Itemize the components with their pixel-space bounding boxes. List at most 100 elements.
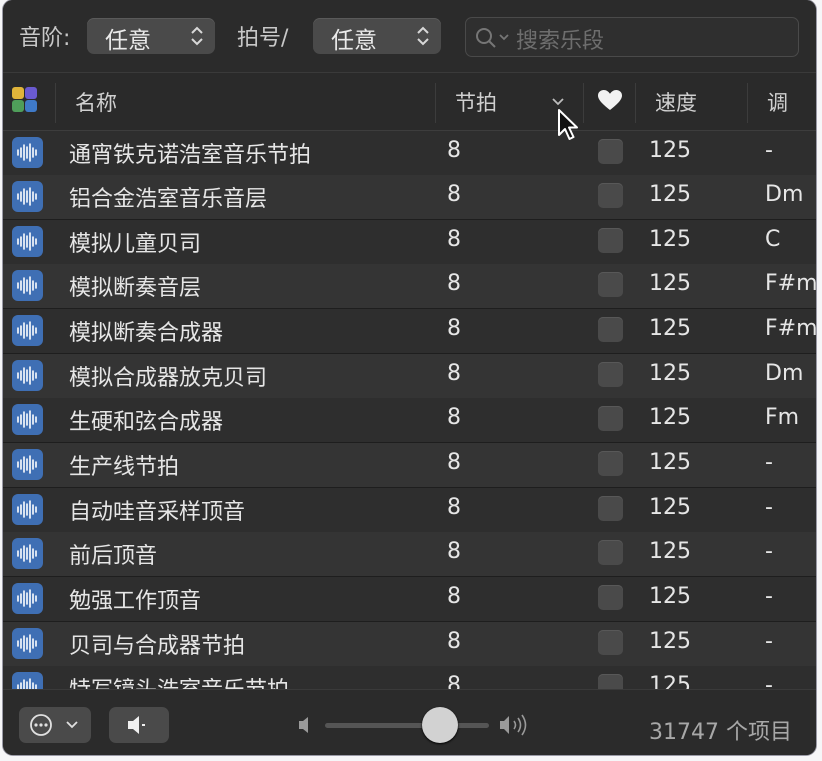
loop-name: 模拟断奏合成器 bbox=[69, 321, 224, 346]
favorite-checkbox[interactable] bbox=[598, 406, 623, 431]
waveform-icon bbox=[12, 360, 43, 391]
loop-key: - bbox=[765, 629, 773, 654]
waveform-icon bbox=[12, 583, 43, 614]
favorite-checkbox[interactable] bbox=[598, 496, 623, 521]
loop-beats: 8 bbox=[447, 271, 461, 296]
loop-key: - bbox=[765, 138, 773, 163]
waveform-icon bbox=[12, 270, 43, 301]
loop-beats: 8 bbox=[447, 405, 461, 430]
loop-tempo: 125 bbox=[649, 227, 691, 252]
item-count: 31747 个项目 bbox=[649, 720, 792, 745]
scale-popup[interactable]: 任意 bbox=[87, 18, 215, 54]
favorite-checkbox[interactable] bbox=[598, 228, 623, 253]
color-grid-icon[interactable] bbox=[12, 87, 38, 113]
loop-key: - bbox=[765, 584, 773, 609]
table-row[interactable]: 生硬和弦合成器 8 125 Fm bbox=[3, 398, 816, 443]
loop-name: 勉强工作顶音 bbox=[69, 589, 202, 614]
loop-name: 前后顶音 bbox=[69, 544, 158, 569]
favorite-checkbox[interactable] bbox=[598, 272, 623, 297]
loop-name: 模拟断奏音层 bbox=[69, 276, 202, 301]
table-row[interactable]: 贝司与合成器节拍 8 125 - bbox=[3, 622, 816, 667]
speaker-icon bbox=[128, 716, 145, 734]
search-field[interactable]: 搜索乐段 bbox=[465, 17, 799, 57]
favorite-checkbox[interactable] bbox=[598, 362, 623, 387]
table-row[interactable]: 通宵铁克诺浩室音乐节拍 8 125 - bbox=[3, 131, 816, 176]
loop-beats: 8 bbox=[447, 450, 461, 475]
loop-name: 模拟合成器放克贝司 bbox=[69, 366, 268, 391]
volume-slider-track[interactable] bbox=[325, 723, 489, 728]
more-options-button[interactable] bbox=[19, 707, 91, 743]
loop-key: Fm bbox=[765, 405, 800, 430]
loop-tempo: 125 bbox=[649, 539, 691, 564]
loop-tempo: 125 bbox=[649, 361, 691, 386]
waveform-icon bbox=[12, 449, 43, 480]
loop-beats: 8 bbox=[447, 361, 461, 386]
loop-key: F#m bbox=[765, 271, 816, 296]
loop-beats: 8 bbox=[447, 316, 461, 341]
waveform-icon bbox=[12, 226, 43, 257]
column-header-tempo[interactable]: 速度 bbox=[655, 87, 697, 117]
loop-tempo: 125 bbox=[649, 138, 691, 163]
loop-beats: 8 bbox=[447, 138, 461, 163]
scale-value: 任意 bbox=[105, 28, 151, 54]
favorite-checkbox[interactable] bbox=[598, 317, 623, 342]
loop-tempo: 125 bbox=[649, 271, 691, 296]
waveform-icon bbox=[12, 315, 43, 346]
up-down-chevron-icon bbox=[417, 26, 429, 46]
column-header-key[interactable]: 调 bbox=[767, 87, 788, 117]
loop-tempo: 125 bbox=[649, 629, 691, 654]
loop-tempo: 125 bbox=[649, 584, 691, 609]
loop-name: 模拟儿童贝司 bbox=[69, 232, 202, 257]
loop-key: - bbox=[765, 539, 773, 564]
loop-browser-panel: 音阶: 任意 拍号/ 任意 搜索乐段 名称 节拍 速度 调 通宵铁克诺浩室音乐节… bbox=[3, 0, 816, 755]
loop-key: - bbox=[765, 450, 773, 475]
table-row[interactable]: 模拟断奏音层 8 125 F#m bbox=[3, 264, 816, 309]
column-header-beats[interactable]: 节拍 bbox=[455, 87, 497, 117]
waveform-icon bbox=[12, 181, 43, 212]
favorite-checkbox[interactable] bbox=[598, 630, 623, 655]
volume-high-icon bbox=[500, 714, 527, 736]
table-row[interactable]: 模拟断奏合成器 8 125 F#m bbox=[3, 309, 816, 354]
chevron-down-icon[interactable] bbox=[551, 97, 565, 107]
time-signature-value: 任意 bbox=[331, 28, 377, 54]
search-placeholder: 搜索乐段 bbox=[516, 29, 605, 54]
loop-tempo: 125 bbox=[649, 405, 691, 430]
loop-name: 生产线节拍 bbox=[69, 455, 180, 480]
search-icon[interactable] bbox=[474, 26, 512, 48]
table-row[interactable]: 生产线节拍 8 125 - bbox=[3, 443, 816, 488]
loop-name: 自动哇音采样顶音 bbox=[69, 500, 246, 525]
column-divider bbox=[435, 83, 436, 123]
table-row[interactable]: 模拟儿童贝司 8 125 C bbox=[3, 220, 816, 265]
ellipsis-circle-icon bbox=[30, 714, 78, 736]
table-row[interactable]: 前后顶音 8 125 - bbox=[3, 532, 816, 577]
table-row[interactable]: 自动哇音采样顶音 8 125 - bbox=[3, 488, 816, 533]
preview-sound-button[interactable] bbox=[109, 707, 169, 743]
column-header-name[interactable]: 名称 bbox=[75, 87, 117, 117]
loop-tempo: 125 bbox=[649, 316, 691, 341]
scale-label: 音阶: bbox=[19, 26, 71, 51]
favorite-checkbox[interactable] bbox=[598, 139, 623, 164]
table-row[interactable]: 铝合金浩室音乐音层 8 125 Dm bbox=[3, 175, 816, 220]
volume-slider-knob[interactable] bbox=[421, 707, 458, 743]
favorite-checkbox[interactable] bbox=[598, 183, 623, 208]
heart-icon[interactable] bbox=[597, 89, 623, 111]
column-divider bbox=[747, 83, 748, 123]
mouse-pointer-icon bbox=[558, 109, 578, 140]
column-divider bbox=[55, 83, 56, 123]
favorite-checkbox[interactable] bbox=[598, 585, 623, 610]
table-row[interactable]: 勉强工作顶音 8 125 - bbox=[3, 577, 816, 622]
loop-key: C bbox=[765, 227, 781, 252]
waveform-icon bbox=[12, 137, 43, 168]
favorite-checkbox[interactable] bbox=[598, 451, 623, 476]
loop-beats: 8 bbox=[447, 629, 461, 654]
waveform-icon bbox=[12, 404, 43, 435]
column-divider bbox=[635, 83, 636, 123]
volume-low-icon bbox=[299, 717, 308, 733]
filter-bar: 音阶: 任意 拍号/ 任意 搜索乐段 bbox=[3, 0, 816, 73]
time-signature-label: 拍号/ bbox=[237, 26, 289, 51]
table-row[interactable]: 模拟合成器放克贝司 8 125 Dm bbox=[3, 354, 816, 399]
up-down-chevron-icon bbox=[191, 26, 203, 46]
loop-beats: 8 bbox=[447, 539, 461, 564]
favorite-checkbox[interactable] bbox=[598, 540, 623, 565]
time-signature-popup[interactable]: 任意 bbox=[313, 18, 441, 54]
